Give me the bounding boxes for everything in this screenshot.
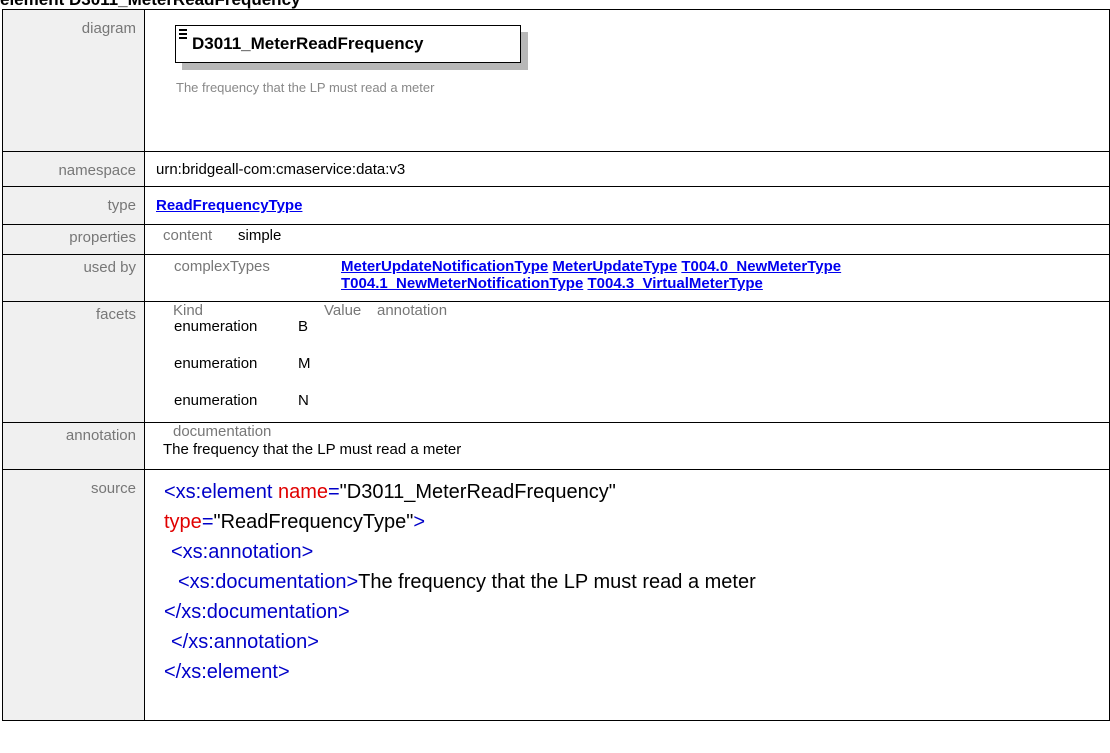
annotation-key: documentation <box>173 423 272 440</box>
source-label: source <box>2 469 145 721</box>
link-meter-update-notification-type[interactable]: MeterUpdateNotificationType <box>341 258 548 275</box>
type-label: type <box>2 186 145 225</box>
annotation-cell: documentation The frequency that the LP … <box>144 422 1110 470</box>
type-row: type ReadFrequencyType <box>2 186 1110 225</box>
element-doc-table: diagram namespace urn:bridgeall-com:cmas… <box>2 9 1110 721</box>
list-icon <box>179 29 187 41</box>
facets-label: facets <box>2 301 145 423</box>
used-by-cell: complexTypes MeterUpdateNotificationType… <box>144 254 1110 302</box>
source-attr-value: "ReadFrequencyType" <box>213 511 414 533</box>
properties-label: properties <box>2 224 145 255</box>
annotation-text: The frequency that the LP must read a me… <box>163 441 462 458</box>
source-row: source <xs:element name="D3011_MeterRead… <box>2 469 1110 721</box>
facets-header-annotation: annotation <box>377 302 448 319</box>
properties-value: simple <box>238 227 282 244</box>
facet-value: N <box>298 392 309 409</box>
source-attr: type <box>164 511 202 533</box>
annotation-row: annotation documentation The frequency t… <box>2 422 1110 470</box>
used-by-row: used by complexTypes MeterUpdateNotifica… <box>2 254 1110 302</box>
facets-row: facets Kind Value annotation enumeration… <box>2 301 1110 423</box>
diagram-description: The frequency that the LP must read a me… <box>176 80 435 95</box>
annotation-label: annotation <box>2 422 145 470</box>
source-attr: name <box>277 481 328 503</box>
properties-row: properties content simple <box>2 224 1110 255</box>
properties-cell: content simple <box>144 224 1110 255</box>
source-text: The frequency that the LP must read a me… <box>358 571 756 593</box>
facet-kind: enumeration <box>174 392 258 409</box>
properties-key: content <box>163 227 213 244</box>
link-meter-update-type[interactable]: MeterUpdateType <box>552 258 677 275</box>
facets-header-value: Value <box>324 302 362 319</box>
source-attr-value: "D3011_MeterReadFrequency" <box>339 481 616 503</box>
diagram-element-name: D3011_MeterReadFrequency <box>192 34 424 53</box>
source-tag: </xs:element> <box>164 661 290 683</box>
source-tag: </xs:annotation> <box>171 631 319 653</box>
namespace-text: urn:bridgeall-com:cmaservice:data:v3 <box>156 161 406 178</box>
used-by-key: complexTypes <box>174 258 270 275</box>
facet-value: B <box>298 318 309 335</box>
namespace-label: namespace <box>2 151 145 187</box>
diagram-label: diagram <box>2 9 145 152</box>
type-value: ReadFrequencyType <box>144 186 1110 225</box>
facet-kind: enumeration <box>174 355 258 372</box>
link-t004-0-new-meter-type[interactable]: T004.0_NewMeterType <box>681 258 841 275</box>
source-tag: </xs:documentation> <box>164 601 350 623</box>
source-tag: <xs:documentation> <box>178 571 359 593</box>
link-t004-1-new-meter-notification-type[interactable]: T004.1_NewMeterNotificationType <box>341 275 583 292</box>
facet-kind: enumeration <box>174 318 258 335</box>
facet-value: M <box>298 355 311 372</box>
link-t004-3-virtual-meter-type[interactable]: T004.3_VirtualMeterType <box>587 275 762 292</box>
facets-cell: Kind Value annotation enumeration B enum… <box>144 301 1110 423</box>
diagram-row: diagram <box>2 9 1110 152</box>
used-by-label: used by <box>2 254 145 302</box>
element-diagram-box[interactable]: D3011_MeterReadFrequency <box>175 25 521 63</box>
used-by-links: MeterUpdateNotificationType MeterUpdateT… <box>341 258 1101 292</box>
type-link[interactable]: ReadFrequencyType <box>156 197 302 214</box>
source-code: <xs:element name="D3011_MeterReadFrequen… <box>164 477 756 687</box>
namespace-value: urn:bridgeall-com:cmaservice:data:v3 <box>144 151 1110 187</box>
namespace-row: namespace urn:bridgeall-com:cmaservice:d… <box>2 151 1110 187</box>
source-tag: <xs:element <box>164 481 273 503</box>
source-tag: <xs:annotation> <box>171 541 314 563</box>
source-cell: <xs:element name="D3011_MeterReadFrequen… <box>144 469 1110 721</box>
facets-header-kind: Kind <box>173 302 204 319</box>
